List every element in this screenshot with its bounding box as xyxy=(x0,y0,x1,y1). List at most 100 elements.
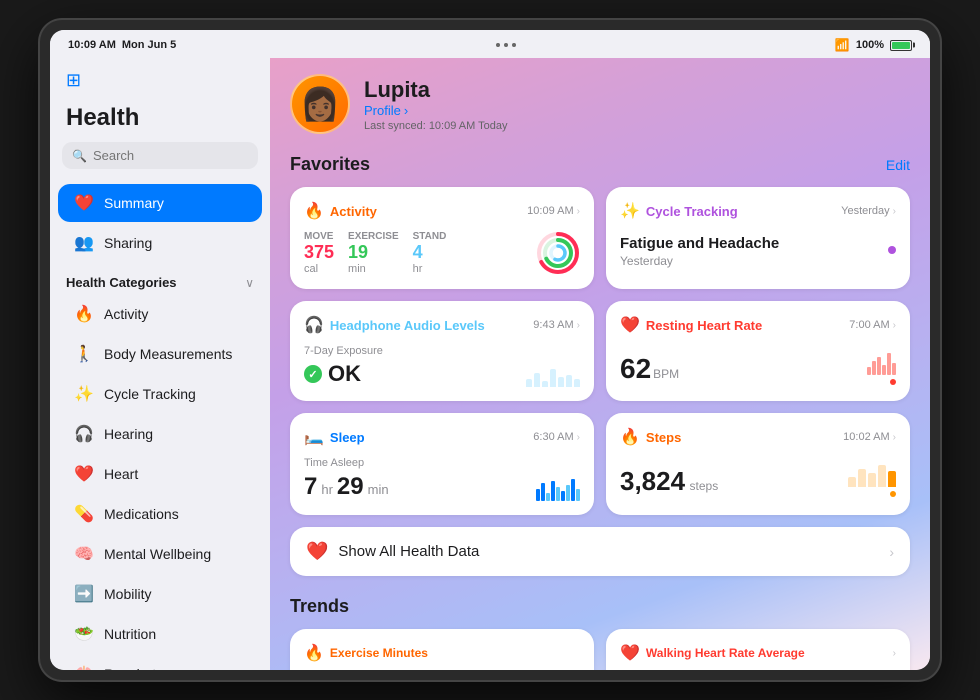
sidebar-item-mobility[interactable]: ➡️ Mobility xyxy=(58,575,262,613)
hr-bar xyxy=(882,365,886,375)
heart-label: Heart xyxy=(104,466,138,482)
headphone-sub-label: 7-Day Exposure xyxy=(304,345,383,357)
cycle-card-header: ✨ Cycle Tracking Yesterday › xyxy=(620,201,896,221)
sleep-display: 7 hr 29 min xyxy=(304,473,389,501)
trends-title: Trends xyxy=(290,596,349,617)
heart-rate-chevron-icon: › xyxy=(893,320,896,331)
stand-value: 4 xyxy=(413,242,447,263)
time-display: 10:09 AM xyxy=(68,39,116,51)
sleep-card[interactable]: 🛏️ Sleep 6:30 AM › Time Aslee xyxy=(290,413,594,515)
sleep-minutes: 29 xyxy=(337,473,364,501)
heart-rate-card-time: 7:00 AM › xyxy=(849,319,896,331)
nutrition-label: Nutrition xyxy=(104,626,156,642)
sidebar-item-respiratory[interactable]: 🫁 Respiratory xyxy=(58,655,262,670)
cycle-card[interactable]: ✨ Cycle Tracking Yesterday › F xyxy=(606,187,910,289)
headphone-chevron-icon: › xyxy=(577,320,580,331)
search-bar[interactable]: 🔍 🎤 xyxy=(62,142,258,169)
sidebar-item-activity[interactable]: 🔥 Activity xyxy=(58,295,262,333)
steps-card-icon: 🔥 xyxy=(620,427,640,447)
profile-header: 👩🏾 Lupita Profile › Last synced: 10:09 A… xyxy=(290,74,910,134)
sidebar-item-heart[interactable]: ❤️ Heart xyxy=(58,455,262,493)
headphone-card[interactable]: 🎧 Headphone Audio Levels 9:43 AM › xyxy=(290,301,594,401)
steps-bar xyxy=(878,465,886,487)
heart-rate-card[interactable]: ❤️ Resting Heart Rate 7:00 AM › xyxy=(606,301,910,401)
status-dot-1 xyxy=(496,43,500,47)
sleep-bar xyxy=(566,485,570,501)
sleep-bar xyxy=(541,483,545,501)
avatar-image: 👩🏾 xyxy=(300,85,340,123)
categories-label: Health Categories xyxy=(66,275,177,290)
profile-link[interactable]: Profile › xyxy=(364,103,508,118)
bpm-unit: BPM xyxy=(653,367,679,381)
chart-bar xyxy=(542,381,548,387)
cycle-card-icon: ✨ xyxy=(620,201,640,221)
status-bar: 10:09 AM Mon Jun 5 📶 100% xyxy=(50,30,930,58)
show-all-card[interactable]: ❤️ Show All Health Data › xyxy=(290,527,910,576)
exercise-metric: Exercise 19 min xyxy=(348,231,399,275)
activity-card-header: 🔥 Activity 10:09 AM › xyxy=(304,201,580,221)
app-container: ⊞ Health 🔍 🎤 ❤️ Summary 👥 Sharing xyxy=(50,58,930,670)
chart-bar xyxy=(526,379,532,387)
sharing-label: Sharing xyxy=(104,235,152,251)
trend-walking-hr-label: Walking Heart Rate Average xyxy=(646,646,805,660)
hr-bar xyxy=(867,367,871,375)
steps-bar xyxy=(848,477,856,487)
trend-exercise-label: Exercise Minutes xyxy=(330,646,428,660)
chevron-down-icon[interactable]: ∨ xyxy=(245,276,254,290)
search-input[interactable] xyxy=(93,148,269,163)
sidebar-toggle-icon[interactable]: ⊞ xyxy=(66,70,90,94)
activity-icon: 🔥 xyxy=(74,304,94,324)
steps-card[interactable]: 🔥 Steps 10:02 AM › 3,824 xyxy=(606,413,910,515)
sidebar-item-hearing[interactable]: 🎧 Hearing xyxy=(58,415,262,453)
sleep-hours: 7 xyxy=(304,473,317,501)
sidebar-item-medications[interactable]: 💊 Medications xyxy=(58,495,262,533)
steps-card-header: 🔥 Steps 10:02 AM › xyxy=(620,427,896,447)
activity-title-row: 🔥 Activity xyxy=(304,201,377,221)
sleep-bar xyxy=(536,489,540,501)
sidebar-top: ⊞ xyxy=(50,70,270,104)
edit-button[interactable]: Edit xyxy=(886,157,910,173)
headphone-card-title: Headphone Audio Levels xyxy=(330,318,485,333)
trend-exercise-card[interactable]: 🔥 Exercise Minutes xyxy=(290,629,594,670)
heart-rate-content: 62 BPM xyxy=(620,345,896,385)
bpm-row: 62 BPM xyxy=(620,353,679,385)
mobility-icon: ➡️ xyxy=(74,584,94,604)
sidebar-item-mental[interactable]: 🧠 Mental Wellbeing xyxy=(58,535,262,573)
sleep-sub-label: Time Asleep xyxy=(304,457,389,469)
stand-metric: Stand 4 hr xyxy=(413,231,447,275)
sidebar-item-sharing[interactable]: 👥 Sharing xyxy=(58,224,262,262)
status-right: 📶 100% xyxy=(835,38,912,52)
chart-bar xyxy=(550,369,556,387)
sleep-card-icon: 🛏️ xyxy=(304,427,324,447)
cycle-title-row: ✨ Cycle Tracking xyxy=(620,201,738,221)
sleep-bar xyxy=(551,481,555,501)
trend-walking-hr-card[interactable]: ❤️ Walking Heart Rate Average › xyxy=(606,629,910,670)
heart-rate-card-icon: ❤️ xyxy=(620,315,640,335)
sleep-bar xyxy=(556,487,560,501)
hr-bar xyxy=(887,353,891,375)
sleep-min-unit: min xyxy=(368,482,389,497)
cycle-subtitle: Fatigue and Headache xyxy=(620,235,779,252)
sleep-bar xyxy=(561,491,565,501)
heart-rate-card-title: Resting Heart Rate xyxy=(646,318,762,333)
steps-title-row: 🔥 Steps xyxy=(620,427,681,447)
sleep-chart xyxy=(536,477,580,501)
sidebar-item-body[interactable]: 🚶 Body Measurements xyxy=(58,335,262,373)
sleep-card-header: 🛏️ Sleep 6:30 AM › xyxy=(304,427,580,447)
profile-sync: Last synced: 10:09 AM Today xyxy=(364,120,508,132)
trends-header: Trends xyxy=(290,596,910,617)
sidebar-item-nutrition[interactable]: 🥗 Nutrition xyxy=(58,615,262,653)
sidebar-item-summary[interactable]: ❤️ Summary xyxy=(58,184,262,222)
heart-rate-header: ❤️ Resting Heart Rate 7:00 AM › xyxy=(620,315,896,335)
trend-walking-hr-row: ❤️ Walking Heart Rate Average › xyxy=(620,643,896,663)
chart-bar xyxy=(566,375,572,387)
steps-card-title: Steps xyxy=(646,430,681,445)
categories-header: Health Categories ∨ xyxy=(50,267,270,294)
show-all-left: ❤️ Show All Health Data xyxy=(306,541,479,562)
steps-chart-area xyxy=(848,457,896,497)
sidebar: ⊞ Health 🔍 🎤 ❤️ Summary 👥 Sharing xyxy=(50,58,270,670)
sleep-data: Time Asleep 7 hr 29 min xyxy=(304,457,389,501)
sidebar-item-cycle[interactable]: ✨ Cycle Tracking xyxy=(58,375,262,413)
summary-label: Summary xyxy=(104,195,164,211)
activity-card[interactable]: 🔥 Activity 10:09 AM › xyxy=(290,187,594,289)
